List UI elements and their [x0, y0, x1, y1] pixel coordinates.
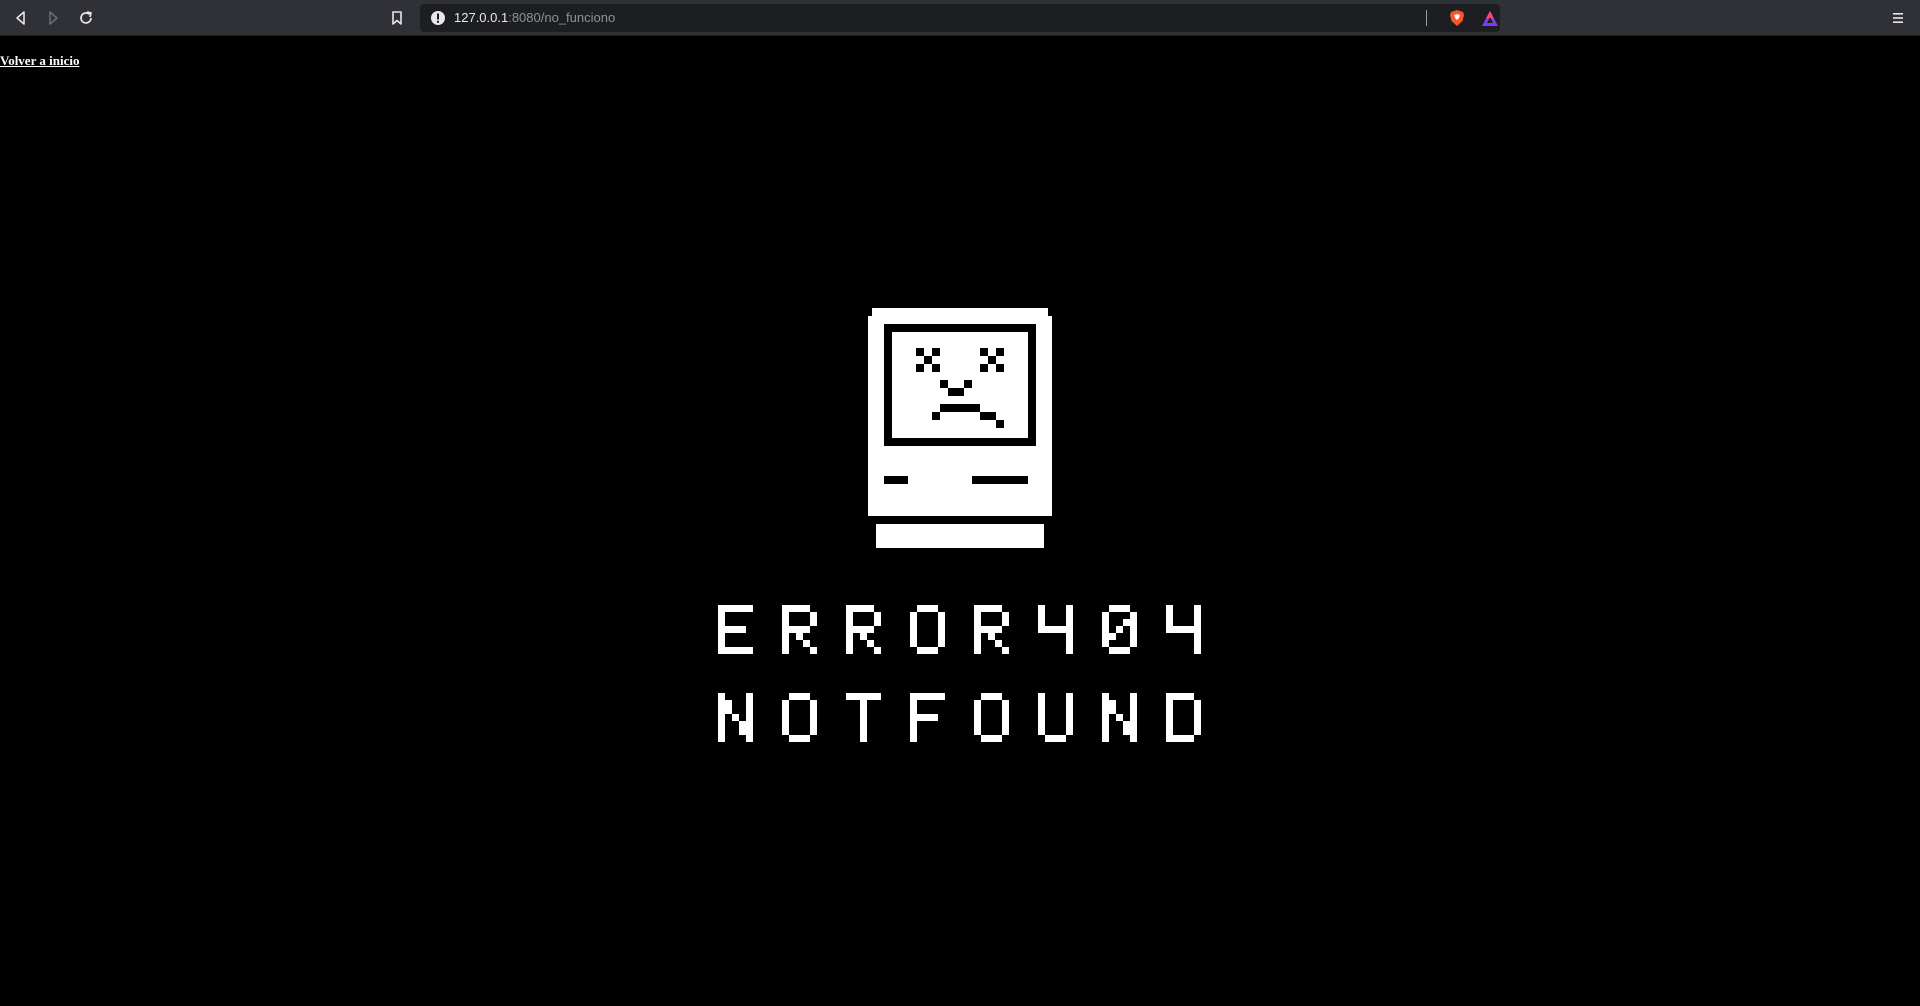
forward-button[interactable] [41, 6, 65, 30]
pixel-char-o: O [910, 605, 945, 654]
reload-icon [80, 11, 92, 24]
url-text[interactable]: 127.0.0.1:8080/no_funciono [454, 4, 615, 32]
pixel-char-r: R [974, 605, 1009, 654]
back-icon [16, 11, 25, 25]
browser-toolbar: 127.0.0.1:8080/no_funciono [0, 0, 1920, 36]
url-host: 127.0.0.1 [454, 10, 509, 25]
url-separator [1426, 10, 1427, 26]
back-button[interactable] [9, 6, 33, 30]
pixel-char-r: R [782, 605, 817, 654]
page-content: Volver a inicio ERROR404 NOT [0, 36, 1920, 1006]
not-found-text: NOTFOUND [718, 693, 1201, 742]
pixel-char-u: U [1038, 693, 1073, 742]
menu-icon [1893, 13, 1903, 23]
menu-button[interactable] [1886, 6, 1910, 30]
forward-icon [49, 11, 58, 25]
address-bar[interactable]: 127.0.0.1:8080/no_funciono [420, 4, 1500, 32]
pixel-char-n: N [718, 693, 753, 742]
url-path: :8080/no_funciono [508, 10, 616, 25]
home-link[interactable]: Volver a inicio [0, 53, 79, 69]
pixel-char-f: F [910, 693, 945, 742]
pixel-char-t: T [846, 693, 881, 742]
brave-rewards-icon[interactable] [1481, 10, 1499, 27]
reload-button[interactable] [74, 6, 98, 30]
brave-shields-icon[interactable] [1448, 9, 1466, 27]
pixel-char-o: O [974, 693, 1009, 742]
site-info-icon[interactable] [430, 10, 446, 26]
error-404-text: ERROR404 [718, 605, 1201, 654]
pixel-char-r: R [846, 605, 881, 654]
bookmark-button[interactable] [385, 6, 409, 30]
sad-mac-icon [868, 308, 1052, 548]
pixel-char-n: N [1102, 693, 1137, 742]
pixel-char-4: 4 [1166, 605, 1201, 654]
pixel-char-4: 4 [1038, 605, 1073, 654]
pixel-char-0: 0 [1102, 605, 1137, 654]
pixel-char-e: E [718, 605, 753, 654]
pixel-char-o: O [782, 693, 817, 742]
bookmark-icon [392, 11, 402, 25]
pixel-char-d: D [1166, 693, 1201, 742]
